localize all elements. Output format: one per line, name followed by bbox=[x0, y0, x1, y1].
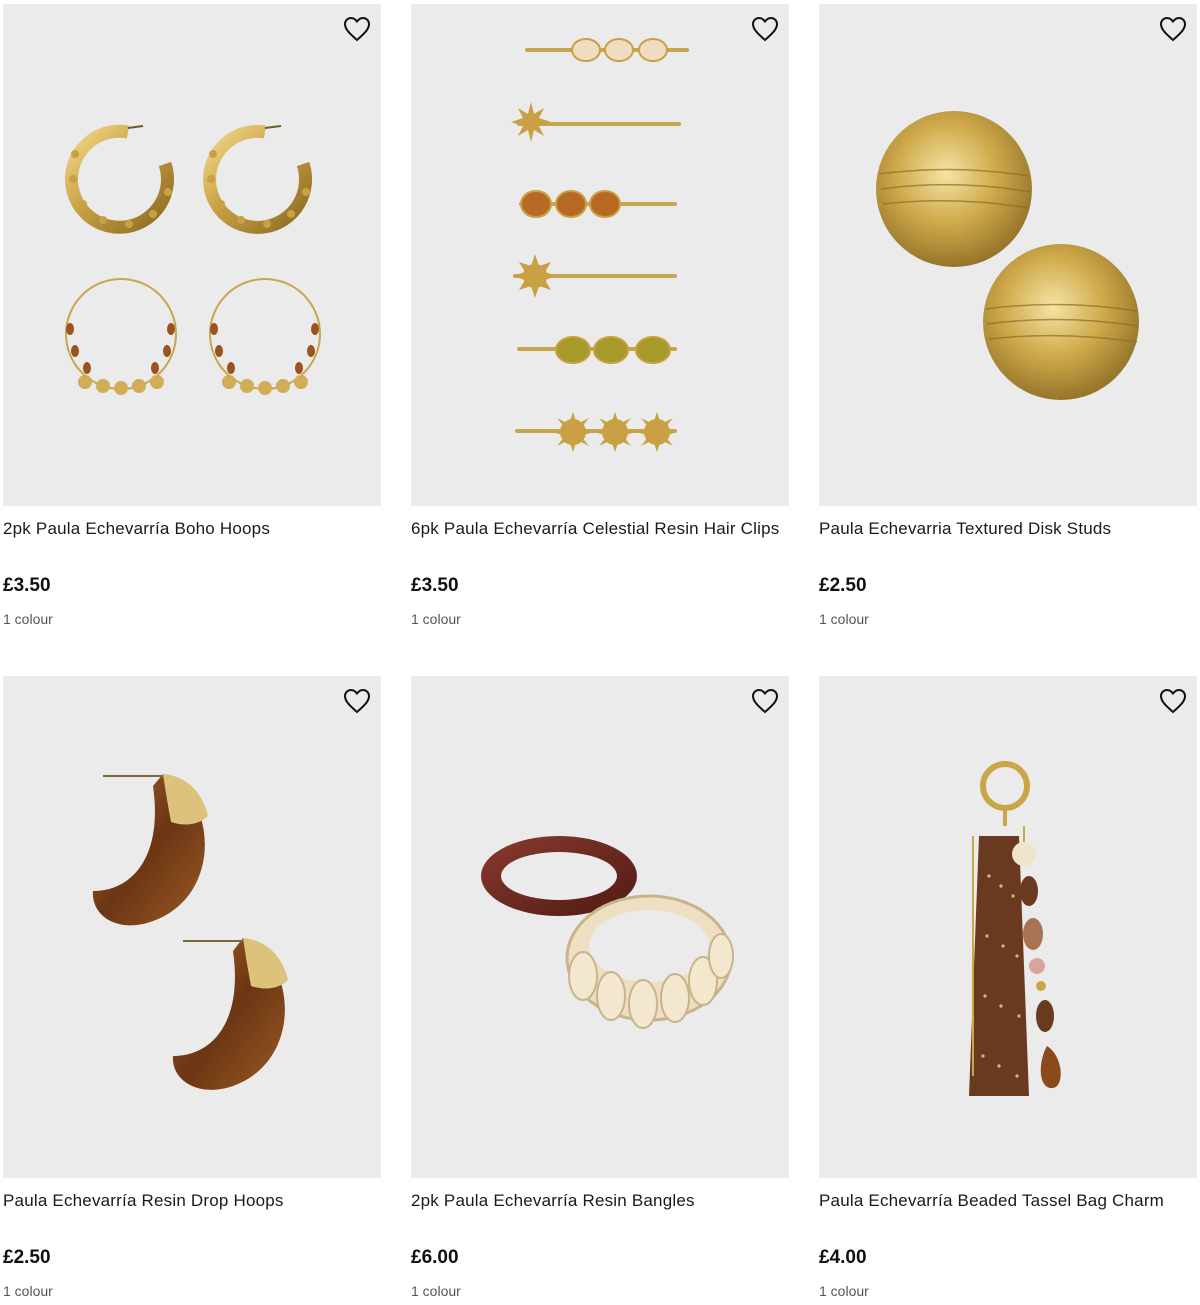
tassel-bag-charm-image bbox=[969, 761, 1061, 1096]
product-title[interactable]: Paula Echevarría Beaded Tassel Bag Charm bbox=[819, 1190, 1197, 1212]
product-card[interactable]: Paula Echevarría Resin Drop Hoops £2.50 … bbox=[3, 676, 381, 1302]
product-colour-count[interactable]: 1 colour bbox=[411, 1282, 789, 1300]
resin-bangles-image bbox=[481, 836, 734, 1029]
product-price: £2.50 bbox=[819, 575, 867, 596]
disk-studs-image bbox=[876, 111, 1139, 400]
product-colour-count[interactable]: 1 colour bbox=[3, 610, 381, 628]
product-price: £3.50 bbox=[411, 575, 459, 596]
product-title[interactable]: 2pk Paula Echevarría Boho Hoops bbox=[3, 518, 381, 540]
product-image[interactable] bbox=[819, 676, 1197, 1178]
wishlist-heart-icon[interactable] bbox=[343, 16, 371, 42]
product-card[interactable]: 6pk Paula Echevarría Celestial Resin Hai… bbox=[411, 4, 789, 630]
product-image[interactable] bbox=[819, 4, 1197, 506]
product-price: £4.00 bbox=[819, 1247, 867, 1268]
wishlist-heart-icon[interactable] bbox=[343, 688, 371, 714]
product-card[interactable]: 2pk Paula Echevarría Boho Hoops £3.50 1 … bbox=[3, 4, 381, 630]
wishlist-heart-icon[interactable] bbox=[1159, 688, 1187, 714]
product-grid: 2pk Paula Echevarría Boho Hoops £3.50 1 … bbox=[3, 4, 1197, 1302]
product-card[interactable]: 2pk Paula Echevarría Resin Bangles £6.00… bbox=[411, 676, 789, 1302]
product-image[interactable] bbox=[3, 676, 381, 1178]
product-price: £6.00 bbox=[411, 1247, 459, 1268]
resin-drop-hoops-image bbox=[92, 774, 288, 1090]
product-image[interactable] bbox=[3, 4, 381, 506]
product-image[interactable] bbox=[411, 4, 789, 506]
product-title[interactable]: 6pk Paula Echevarría Celestial Resin Hai… bbox=[411, 518, 789, 540]
wishlist-heart-icon[interactable] bbox=[751, 16, 779, 42]
boho-hoops-image bbox=[65, 124, 321, 395]
product-colour-count[interactable]: 1 colour bbox=[819, 610, 1197, 628]
product-card[interactable]: Paula Echevarría Beaded Tassel Bag Charm… bbox=[819, 676, 1197, 1302]
wishlist-heart-icon[interactable] bbox=[751, 688, 779, 714]
product-colour-count[interactable]: 1 colour bbox=[411, 610, 789, 628]
product-title[interactable]: 2pk Paula Echevarría Resin Bangles bbox=[411, 1190, 789, 1212]
product-colour-count[interactable]: 1 colour bbox=[819, 1282, 1197, 1300]
product-colour-count[interactable]: 1 colour bbox=[3, 1282, 381, 1300]
product-card[interactable]: Paula Echevarria Textured Disk Studs £2.… bbox=[819, 4, 1197, 630]
product-title[interactable]: Paula Echevarría Resin Drop Hoops bbox=[3, 1190, 381, 1212]
product-price: £3.50 bbox=[3, 575, 51, 596]
hair-clips-image bbox=[511, 38, 689, 452]
product-price: £2.50 bbox=[3, 1247, 51, 1268]
wishlist-heart-icon[interactable] bbox=[1159, 16, 1187, 42]
product-image[interactable] bbox=[411, 676, 789, 1178]
product-title[interactable]: Paula Echevarria Textured Disk Studs bbox=[819, 518, 1197, 540]
